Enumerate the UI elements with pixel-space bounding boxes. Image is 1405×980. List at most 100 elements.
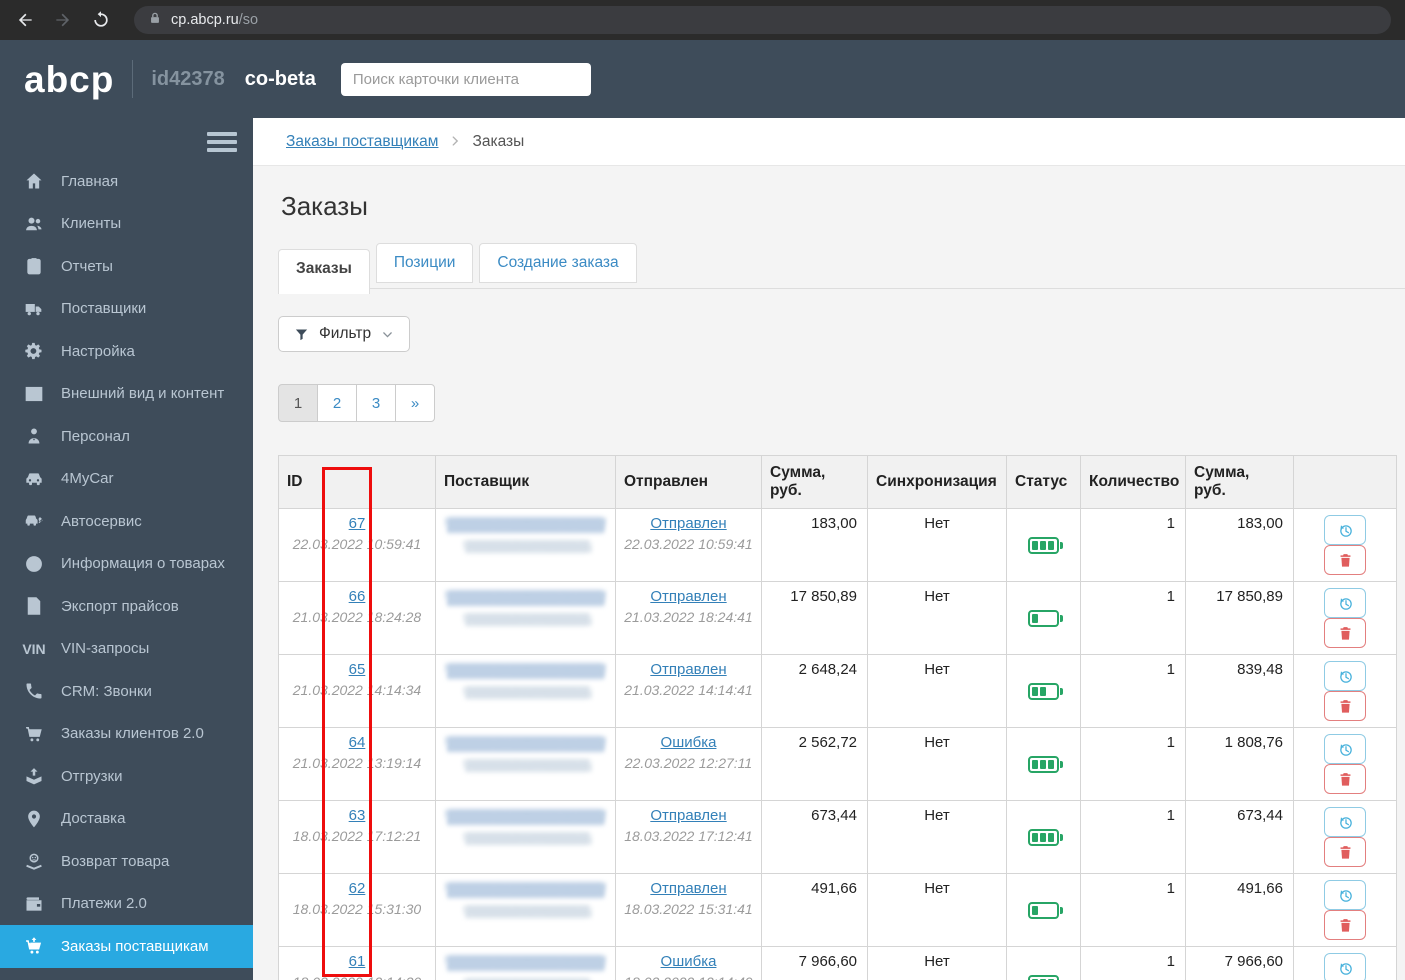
sidebar-item-payments[interactable]: Платежи 2.0: [0, 883, 253, 926]
address-bar[interactable]: cp.abcp.ru/so: [134, 6, 1391, 34]
quantity: 1: [1080, 800, 1186, 874]
home-icon: [22, 171, 46, 191]
back-arrow-icon[interactable]: [14, 9, 36, 31]
delete-button[interactable]: [1324, 691, 1366, 721]
sent-status-link[interactable]: Отправлен: [650, 661, 726, 678]
sum-rub-2: 17 850,89: [1185, 581, 1294, 655]
history-button[interactable]: [1324, 588, 1366, 618]
sent-status-link[interactable]: Отправлен: [650, 515, 726, 532]
delete-button[interactable]: [1324, 764, 1366, 794]
supplier-cell-blurred: [435, 800, 616, 874]
phone-icon: [22, 681, 46, 701]
sidebar-item-client-orders[interactable]: Заказы клиентов 2.0: [0, 713, 253, 756]
order-id-link[interactable]: 64: [349, 734, 366, 751]
tab-positions[interactable]: Позиции: [375, 243, 474, 283]
delete-button[interactable]: [1324, 545, 1366, 575]
sent-status-link[interactable]: Отправлен: [650, 588, 726, 605]
order-id-link[interactable]: 66: [349, 588, 366, 605]
sidebar-item-reports[interactable]: Отчеты: [0, 245, 253, 288]
sidebar-item-label: Платежи 2.0: [61, 895, 147, 913]
history-button[interactable]: [1324, 880, 1366, 910]
sidebar-item-supplier-orders[interactable]: Заказы поставщикам: [0, 925, 253, 968]
breadcrumb: Заказы поставщикам Заказы: [253, 118, 1405, 166]
chevron-down-icon: [381, 328, 394, 341]
order-created-date: 21.03.2022 18:24:28: [292, 609, 422, 625]
order-id-link[interactable]: 65: [349, 661, 366, 678]
sidebar-item-home[interactable]: Главная: [0, 160, 253, 203]
column-header: Отправлен: [615, 455, 762, 509]
page-button-1[interactable]: 1: [278, 384, 318, 422]
sum-rub: 7 966,60: [761, 946, 868, 980]
sum-rub: 2 562,72: [761, 727, 868, 801]
sidebar-item-shipments[interactable]: Отгрузки: [0, 755, 253, 798]
history-button[interactable]: [1324, 953, 1366, 980]
shipments-icon: [22, 766, 46, 786]
column-header: Количество: [1080, 455, 1186, 509]
tab-orders[interactable]: Заказы: [278, 249, 370, 294]
history-button[interactable]: [1324, 734, 1366, 764]
sidebar-item-label: Клиенты: [61, 215, 122, 233]
supplier-cell-blurred: [435, 873, 616, 947]
sidebar-item-clients[interactable]: Клиенты: [0, 203, 253, 246]
delete-button[interactable]: [1324, 618, 1366, 648]
sent-status-link[interactable]: Отправлен: [650, 880, 726, 897]
filter-label: Фильтр: [319, 325, 372, 342]
tab-create-order[interactable]: Создание заказа: [479, 243, 637, 283]
refresh-icon[interactable]: [90, 9, 112, 31]
sidebar-item-delivery[interactable]: Доставка: [0, 798, 253, 841]
sidebar-item-price-export[interactable]: X Экспорт прайсов: [0, 585, 253, 628]
sidebar-item-label: Поставщики: [61, 300, 147, 318]
filter-button[interactable]: Фильтр: [278, 316, 411, 352]
sidebar-item-appearance[interactable]: Внешний вид и контент: [0, 373, 253, 416]
sent-status-link[interactable]: Отправлен: [650, 807, 726, 824]
sidebar-item-suppliers[interactable]: Поставщики: [0, 288, 253, 331]
order-id-link[interactable]: 63: [349, 807, 366, 824]
page-title: Заказы: [281, 191, 368, 221]
breadcrumb-parent-link[interactable]: Заказы поставщикам: [286, 133, 438, 151]
clients-icon: [22, 214, 46, 234]
sidebar-item-product-info[interactable]: Информация о товарах: [0, 543, 253, 586]
order-id-link[interactable]: 62: [349, 880, 366, 897]
sent-status-link[interactable]: Ошибка: [661, 734, 717, 751]
sidebar-item-settings[interactable]: Настройка: [0, 330, 253, 373]
battery-icon-1-bars: [1028, 609, 1063, 627]
delete-button[interactable]: [1324, 837, 1366, 867]
sidebar-item-vin-requests[interactable]: VIN VIN-запросы: [0, 628, 253, 671]
sidebar-item-label: Заказы клиентов 2.0: [61, 725, 204, 743]
sent-date: 18.03.2022 17:12:41: [624, 828, 753, 844]
reports-icon: [22, 256, 46, 276]
sent-date: 22.03.2022 12:27:11: [624, 755, 753, 771]
sidebar-item-returns[interactable]: Возврат товара: [0, 840, 253, 883]
supplier-cell-blurred: [435, 727, 616, 801]
quantity: 1: [1080, 946, 1186, 980]
delivery-icon: [22, 809, 46, 829]
column-header: Сумма, руб.: [1185, 455, 1294, 509]
quantity: 1: [1080, 727, 1186, 801]
battery-icon-3-bars: [1028, 755, 1063, 773]
battery-icon-3-bars: [1028, 536, 1063, 554]
history-button[interactable]: [1324, 661, 1366, 691]
column-header: ID: [278, 455, 436, 509]
logo-divider: [132, 60, 134, 98]
sidebar-item-autoservice[interactable]: Автосервис: [0, 500, 253, 543]
hamburger-menu-icon[interactable]: [207, 132, 237, 152]
page-button-3[interactable]: 3: [356, 384, 396, 422]
page-button-2[interactable]: 2: [317, 384, 357, 422]
delete-button[interactable]: [1324, 910, 1366, 940]
order-created-date: 22.03.2022 10:59:41: [292, 536, 422, 552]
history-button[interactable]: [1324, 515, 1366, 545]
sidebar-item-4mycar[interactable]: 4MyCar: [0, 458, 253, 501]
sidebar-item-label: VIN-запросы: [61, 640, 150, 658]
order-id-link[interactable]: 61: [349, 953, 366, 970]
history-button[interactable]: [1324, 807, 1366, 837]
order-id-link[interactable]: 67: [349, 515, 366, 532]
page-button-»[interactable]: »: [395, 384, 435, 422]
sum-rub-2: 183,00: [1185, 508, 1294, 582]
sidebar-item-crm-calls[interactable]: CRM: Звонки: [0, 670, 253, 713]
sidebar-item-staff[interactable]: Персонал: [0, 415, 253, 458]
app-header: abcp id42378 co-beta: [0, 40, 1405, 118]
client-search-input[interactable]: [340, 62, 591, 96]
forward-arrow-icon[interactable]: [52, 9, 74, 31]
sent-status-link[interactable]: Ошибка: [661, 953, 717, 970]
sync-value: Нет: [867, 873, 1007, 947]
